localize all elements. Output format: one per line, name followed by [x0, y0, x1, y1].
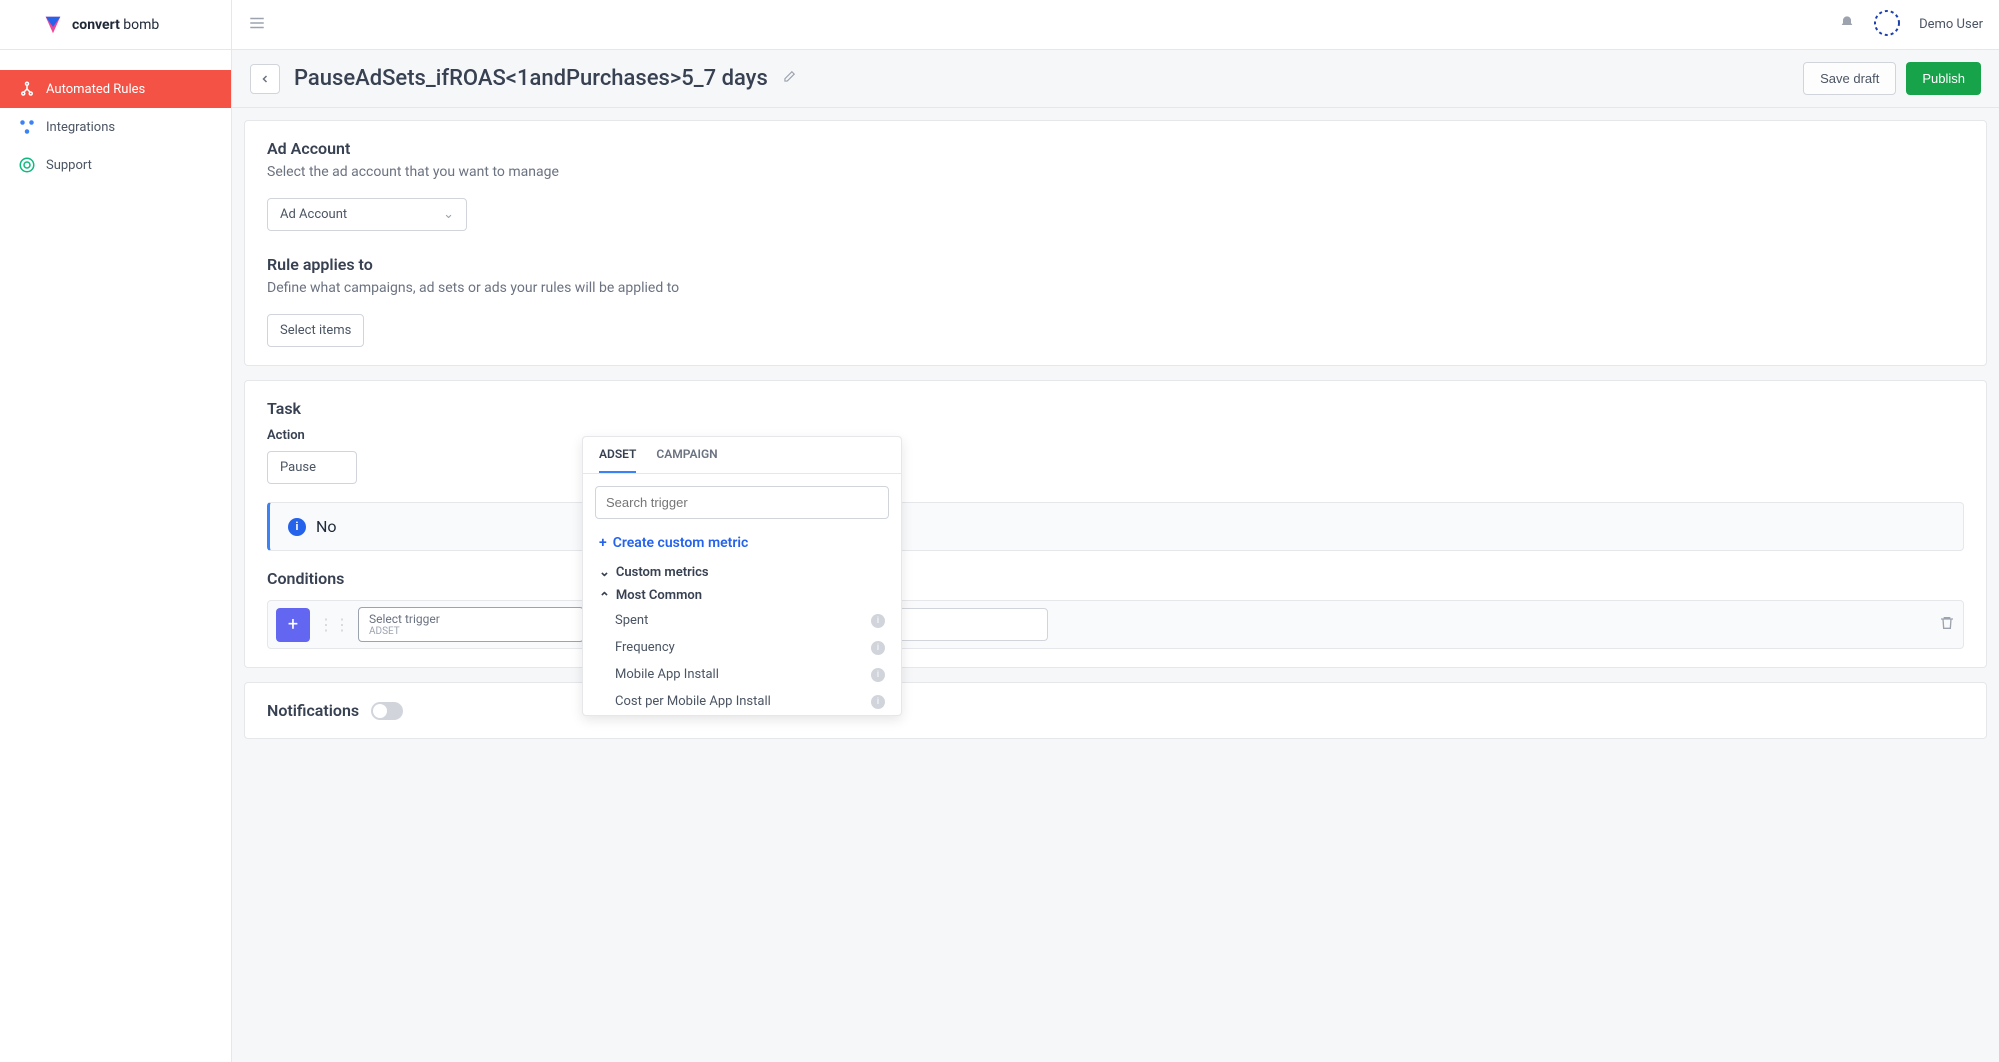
metric-item[interactable]: Frequency i	[583, 634, 901, 661]
search-trigger-input[interactable]	[595, 486, 889, 519]
chevron-down-icon: ⌄	[443, 207, 454, 222]
rule-applies-title: Rule applies to	[267, 255, 1964, 274]
logo-text: convert bomb	[72, 17, 159, 33]
task-title: Task	[267, 399, 1964, 418]
drag-handle-icon[interactable]: ⋮⋮	[318, 615, 350, 634]
chevron-up-icon: ⌄	[599, 588, 610, 603]
avatar-icon[interactable]	[1873, 9, 1901, 41]
notifications-toggle[interactable]	[371, 702, 403, 720]
trigger-dropdown: ADSET CAMPAIGN + Create custom metric ⌄ …	[582, 436, 902, 716]
conditions-title: Conditions	[267, 569, 1964, 588]
sidebar-item-label: Automated Rules	[46, 82, 145, 97]
ad-account-select[interactable]: Ad Account ⌄	[267, 198, 467, 231]
condition-row: + ⋮⋮ Select trigger ADSET Lifetime ⌄ > ⌄	[267, 600, 1964, 649]
integrations-icon	[18, 118, 36, 136]
value-input[interactable]	[878, 608, 1048, 641]
bell-icon[interactable]	[1839, 15, 1855, 35]
plus-icon: +	[599, 535, 607, 551]
info-icon: i	[871, 695, 885, 709]
sidebar-item-label: Integrations	[46, 120, 115, 135]
notifications-title: Notifications	[267, 701, 359, 720]
tab-campaign[interactable]: CAMPAIGN	[656, 447, 717, 473]
task-card: Task Action Pause i No Conditions + ⋮⋮	[244, 380, 1987, 668]
ad-account-card: Ad Account Select the ad account that yo…	[244, 120, 1987, 366]
add-condition-button[interactable]: +	[276, 608, 310, 642]
metric-item[interactable]: Mobile App Install i	[583, 661, 901, 688]
chevron-down-icon: ⌄	[599, 565, 610, 580]
note-text: No	[316, 517, 337, 536]
page-header: PauseAdSets_ifROAS<1andPurchases>5_7 day…	[232, 50, 1999, 108]
rules-icon	[18, 80, 36, 98]
back-button[interactable]	[250, 64, 280, 94]
ad-account-subtitle: Select the ad account that you want to m…	[267, 164, 1964, 180]
support-icon	[18, 156, 36, 174]
group-most-common[interactable]: ⌄ Most Common	[583, 584, 901, 607]
publish-button[interactable]: Publish	[1906, 62, 1981, 95]
tab-adset[interactable]: ADSET	[599, 447, 636, 473]
topbar: Demo User	[232, 0, 1999, 50]
edit-icon[interactable]	[782, 69, 796, 88]
trigger-select[interactable]: Select trigger ADSET	[358, 607, 584, 642]
info-icon: i	[871, 614, 885, 628]
sidebar: convert bomb Automated Rules Integration…	[0, 0, 232, 1062]
user-name[interactable]: Demo User	[1919, 17, 1983, 32]
hamburger-icon[interactable]	[248, 14, 266, 36]
rule-applies-subtitle: Define what campaigns, ad sets or ads yo…	[267, 280, 1964, 296]
note-box: i No	[267, 502, 1964, 551]
create-custom-metric[interactable]: + Create custom metric	[583, 531, 901, 561]
info-icon: i	[871, 668, 885, 682]
info-icon: i	[871, 641, 885, 655]
sidebar-item-support[interactable]: Support	[0, 146, 231, 184]
logo-icon	[42, 14, 64, 36]
ad-account-title: Ad Account	[267, 139, 1964, 158]
action-label: Action	[267, 428, 1964, 443]
trash-icon[interactable]	[1939, 615, 1955, 635]
info-icon: i	[288, 518, 306, 536]
sidebar-item-automated-rules[interactable]: Automated Rules	[0, 70, 231, 108]
select-items-button[interactable]: Select items	[267, 314, 364, 347]
logo: convert bomb	[0, 0, 231, 50]
sidebar-item-label: Support	[46, 158, 92, 173]
save-draft-button[interactable]: Save draft	[1803, 62, 1896, 95]
notifications-card: Notifications	[244, 682, 1987, 739]
page-title: PauseAdSets_ifROAS<1andPurchases>5_7 day…	[294, 66, 768, 91]
metric-item[interactable]: Spent i	[583, 607, 901, 634]
metric-item[interactable]: Cost per Mobile App Install i	[583, 688, 901, 715]
group-custom-metrics[interactable]: ⌄ Custom metrics	[583, 561, 901, 584]
nav: Automated Rules Integrations Support	[0, 50, 231, 184]
action-select[interactable]: Pause	[267, 451, 357, 484]
sidebar-item-integrations[interactable]: Integrations	[0, 108, 231, 146]
